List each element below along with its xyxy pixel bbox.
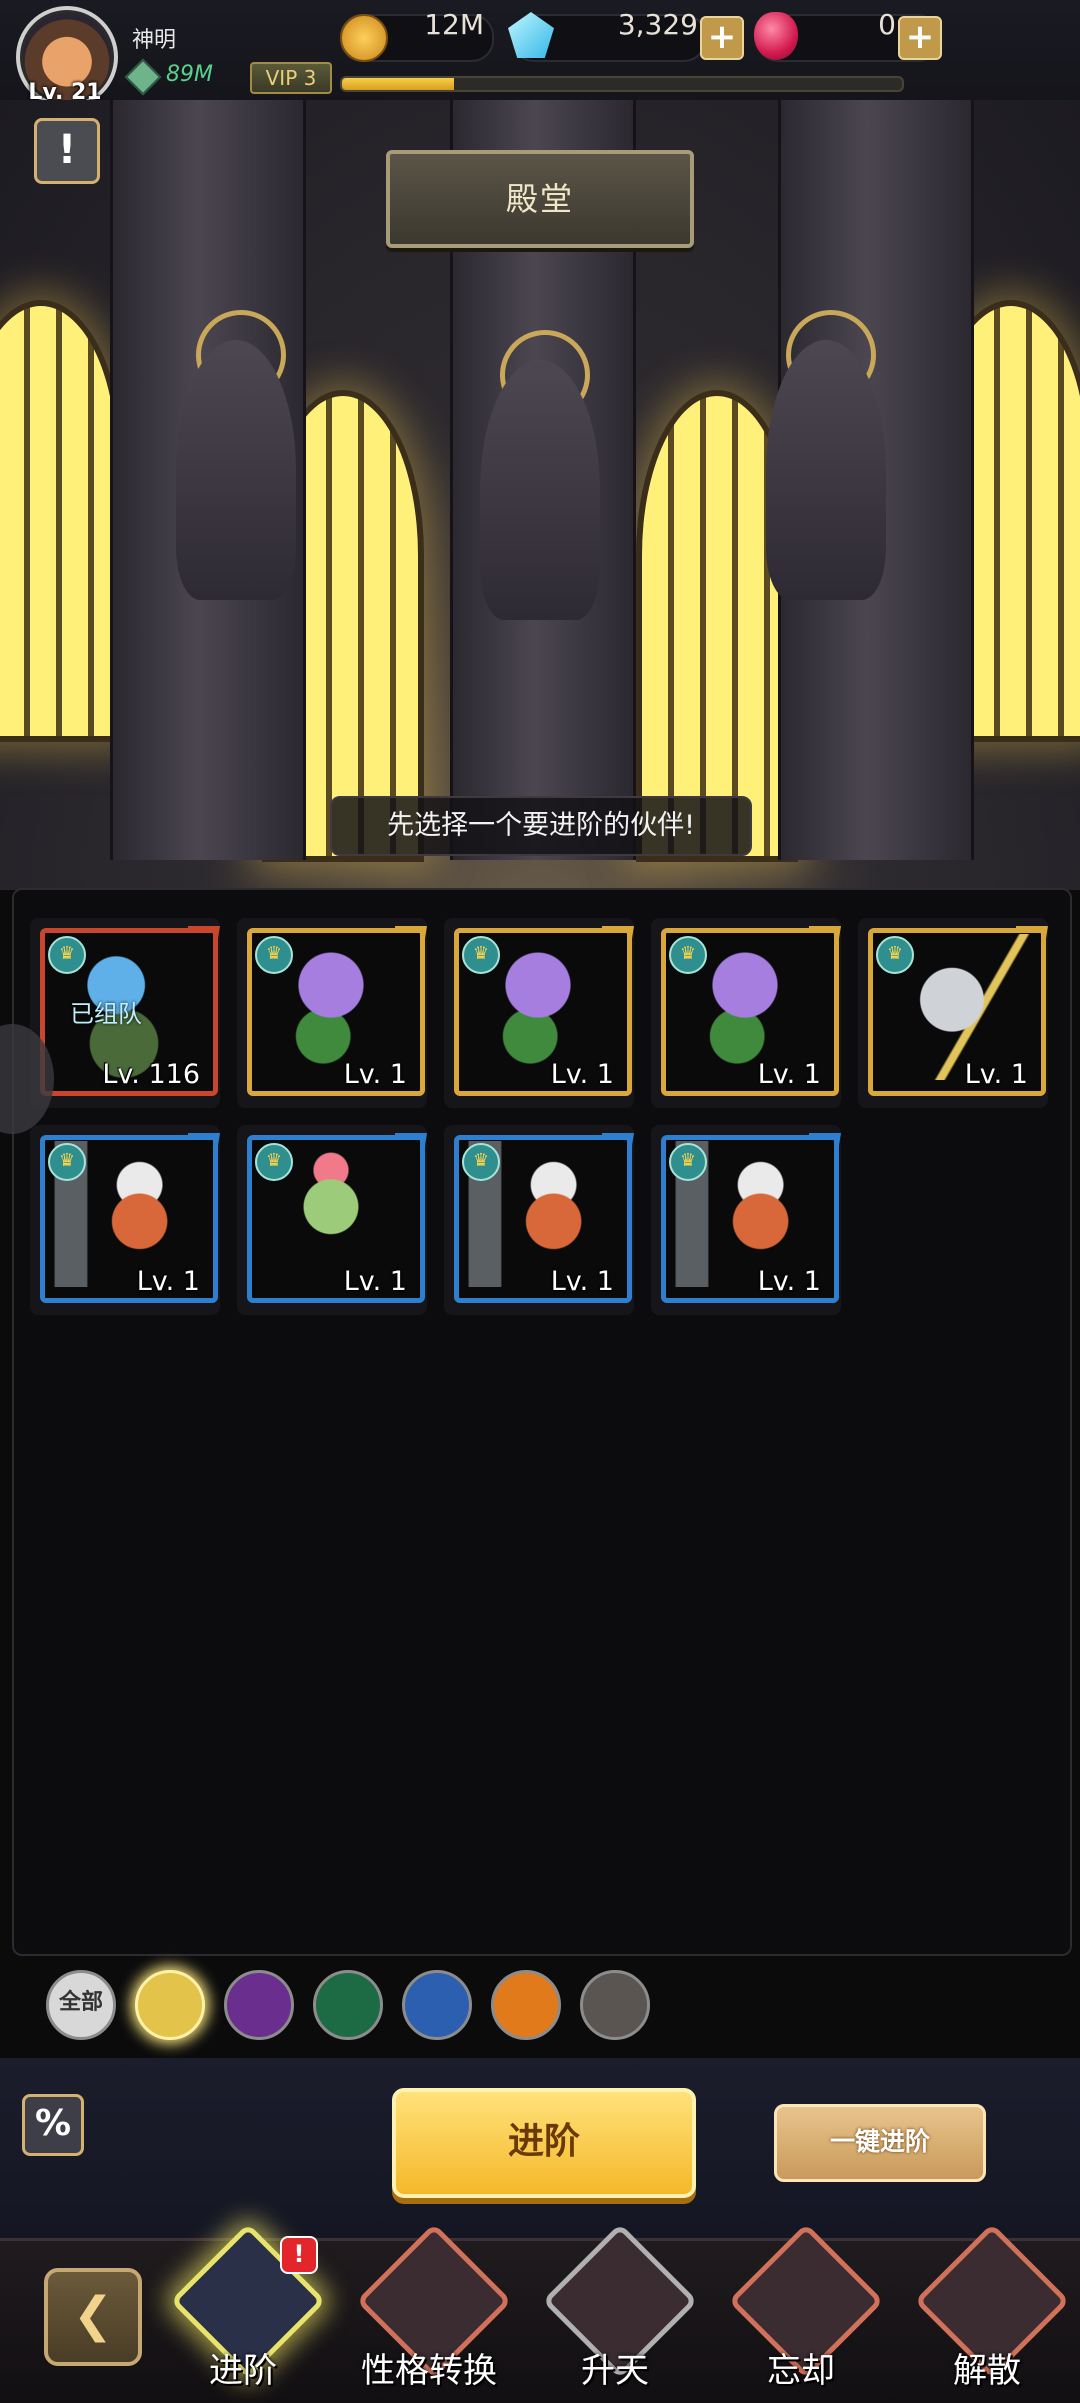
faction-crown-icon: ♛ bbox=[48, 1143, 86, 1181]
vip-progress-fill bbox=[342, 78, 454, 90]
hero-level: Lv. 1 bbox=[550, 1266, 614, 1297]
nav-label: 升天 bbox=[581, 2351, 649, 2391]
filter-dragon-icon[interactable] bbox=[491, 1970, 561, 2040]
vip-badge[interactable]: VIP 3 bbox=[250, 62, 332, 94]
hero-level: Lv. 1 bbox=[757, 1059, 821, 1090]
faction-crown-icon: ♛ bbox=[462, 936, 500, 974]
filter-anchor-icon[interactable] bbox=[402, 1970, 472, 2040]
faction-crown-icon: ♛ bbox=[255, 936, 293, 974]
faction-crown-icon: ♛ bbox=[669, 936, 707, 974]
notification-badge: ! bbox=[280, 2236, 318, 2274]
nav-label: 进阶 bbox=[209, 2351, 277, 2391]
instruction-hint: 先选择一个要进阶的伙伴! bbox=[330, 796, 752, 856]
hero-card[interactable]: ♛ Lv. 1 bbox=[237, 1125, 427, 1315]
statue bbox=[480, 360, 600, 620]
advance-button[interactable]: 进阶 bbox=[392, 2088, 696, 2198]
hero-card[interactable]: ♛ Lv. 1 bbox=[651, 1125, 841, 1315]
hero-level: Lv. 1 bbox=[136, 1266, 200, 1297]
nav-item[interactable]: 升天 bbox=[530, 2223, 700, 2400]
faction-crown-icon: ♛ bbox=[255, 1143, 293, 1181]
vip-progress-bar bbox=[340, 76, 904, 92]
nav-label: 性格转换 bbox=[361, 2351, 497, 2391]
hero-card[interactable]: ♛ Lv. 1 bbox=[237, 918, 427, 1108]
gem-value: 3,329 bbox=[617, 8, 698, 41]
team-tag: 已组队 bbox=[70, 1000, 142, 1028]
statue bbox=[766, 340, 886, 600]
notice-button[interactable]: ! bbox=[34, 118, 100, 184]
faction-crown-icon: ♛ bbox=[876, 936, 914, 974]
filter-mask-icon[interactable] bbox=[580, 1970, 650, 2040]
gold-coin-icon bbox=[340, 14, 388, 62]
power-value: 89M bbox=[166, 62, 213, 87]
hero-level: Lv. 1 bbox=[550, 1059, 614, 1090]
nav-item[interactable]: 解散 bbox=[902, 2223, 1072, 2400]
player-name: 神明 bbox=[132, 28, 177, 53]
hero-card[interactable]: ♛ Lv. 1 bbox=[30, 1125, 220, 1315]
stained-window bbox=[0, 300, 122, 742]
add-rubies-button[interactable]: + bbox=[898, 16, 942, 60]
hero-card[interactable]: ♛ Lv. 1 bbox=[858, 918, 1048, 1108]
hero-card[interactable]: ♛ Lv. 1 bbox=[444, 1125, 634, 1315]
nav-label: 忘却 bbox=[767, 2351, 835, 2391]
filter-tree-icon[interactable] bbox=[313, 1970, 383, 2040]
discount-button[interactable]: % bbox=[22, 2094, 84, 2156]
page-title: 殿堂 bbox=[386, 150, 694, 248]
nav-label: 解散 bbox=[953, 2351, 1021, 2391]
hero-card[interactable]: ♛ Lv. 1 bbox=[651, 918, 841, 1108]
faction-crown-icon: ♛ bbox=[669, 1143, 707, 1181]
statue bbox=[176, 340, 296, 600]
filter-all[interactable]: 全部 bbox=[46, 1970, 116, 2040]
gold-value: 12M bbox=[424, 8, 484, 41]
nav-item[interactable]: 忘却 bbox=[716, 2223, 886, 2400]
faction-crown-icon: ♛ bbox=[48, 936, 86, 974]
all-icon: 全部 bbox=[58, 1990, 103, 2015]
hero-card[interactable]: ♛ Lv. 1 bbox=[444, 918, 634, 1108]
add-gems-button[interactable]: + bbox=[700, 16, 744, 60]
faction-crown-icon: ♛ bbox=[462, 1143, 500, 1181]
filter-spikes-icon[interactable] bbox=[224, 1970, 294, 2040]
filter-crown-icon[interactable] bbox=[135, 1970, 205, 2040]
back-arrow-icon[interactable]: ❮ bbox=[44, 2268, 142, 2366]
hero-level: Lv. 1 bbox=[343, 1059, 407, 1090]
hero-card[interactable]: ♛ 已组队 Lv. 116 bbox=[30, 918, 220, 1108]
hero-level: Lv. 1 bbox=[964, 1059, 1028, 1090]
ruby-value: 0 bbox=[878, 8, 896, 41]
ruby-icon bbox=[754, 12, 798, 60]
hero-level: Lv. 1 bbox=[343, 1266, 407, 1297]
hero-level: Lv. 116 bbox=[102, 1059, 200, 1090]
nav-item[interactable]: 性格转换 bbox=[344, 2223, 514, 2400]
hero-level: Lv. 1 bbox=[757, 1266, 821, 1297]
one-click-advance-button[interactable]: 一键进阶 bbox=[774, 2104, 986, 2182]
